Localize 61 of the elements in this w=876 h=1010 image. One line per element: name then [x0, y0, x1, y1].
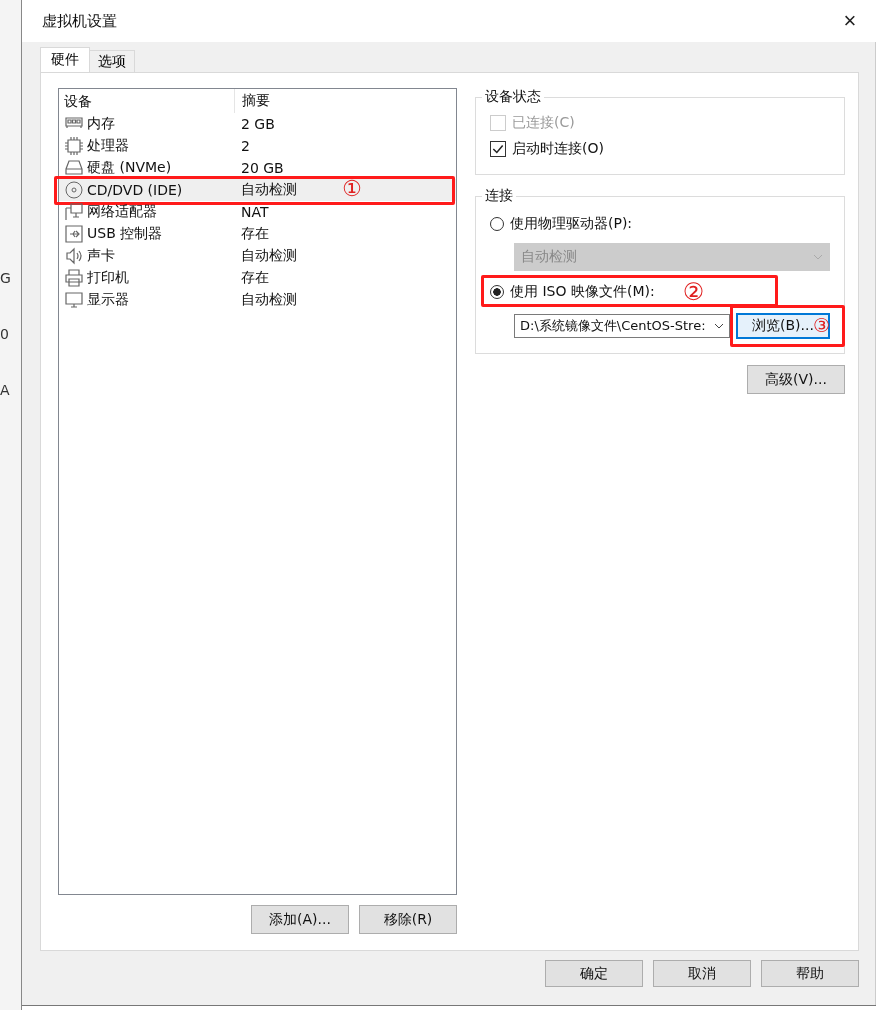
device-summary: 自动检测 [240, 181, 297, 199]
device-row[interactable]: 内存 2 GB [59, 113, 456, 135]
checkbox-label: 启动时连接(O) [512, 140, 604, 158]
usb-icon [64, 224, 84, 244]
window-title: 虚拟机设置 [42, 11, 117, 31]
device-name: 显示器 [87, 291, 129, 309]
printer-icon [64, 268, 84, 288]
radio-button[interactable] [490, 285, 504, 299]
annotation-number: ① [342, 178, 362, 200]
device-row[interactable]: 声卡 自动检测 [59, 245, 456, 267]
device-summary: 存在 [240, 269, 269, 287]
column-header: 设备 [59, 89, 235, 113]
disc-icon [64, 180, 84, 200]
list-button[interactable]: 移除(R) [359, 905, 457, 934]
column-header: 摘要 [241, 92, 270, 110]
annotation-number: ② [682, 280, 705, 304]
device-name: 内存 [87, 115, 115, 133]
network-icon [64, 202, 84, 222]
list-button[interactable]: 添加(A)... [251, 905, 349, 934]
device-row[interactable]: USB 控制器 存在 [59, 223, 456, 245]
device-row[interactable]: 硬盘 (NVMe) 20 GB [59, 157, 456, 179]
caret-icon [714, 323, 724, 329]
advanced-button[interactable]: 高级(V)... [747, 365, 845, 394]
checkbox[interactable] [490, 141, 506, 157]
device-name: 声卡 [87, 247, 115, 265]
display-icon [64, 290, 84, 310]
device-summary: 自动检测 [240, 247, 297, 265]
background-text: A [0, 382, 11, 398]
dialog-button[interactable]: 帮助 [761, 960, 859, 987]
device-name: CD/DVD (IDE) [87, 182, 183, 198]
background-text: 0 [0, 326, 10, 342]
tab[interactable]: 硬件 [40, 47, 90, 72]
tab[interactable]: 选项 [89, 50, 135, 72]
device-summary: NAT [240, 204, 269, 220]
group-title: 设备状态 [484, 88, 542, 106]
device-name: 硬盘 (NVMe) [87, 159, 172, 177]
group-title: 连接 [484, 187, 514, 205]
device-row[interactable]: 显示器 自动检测 [59, 289, 456, 311]
device-row[interactable]: 网络适配器 NAT [59, 201, 456, 223]
device-summary: 自动检测 [240, 291, 297, 309]
checkbox-label: 已连接(C) [512, 114, 575, 132]
dialog-button[interactable]: 确定 [545, 960, 643, 987]
caret-icon [813, 254, 823, 260]
sound-icon [64, 246, 84, 266]
cpu-icon [64, 136, 84, 156]
device-summary: 20 GB [240, 160, 284, 176]
device-name: 网络适配器 [87, 203, 157, 221]
close-button[interactable]: × [830, 8, 870, 34]
device-summary: 2 GB [240, 116, 275, 132]
device-name: 打印机 [87, 269, 129, 287]
device-summary: 2 [240, 138, 250, 154]
iso-path-combo[interactable]: D:\系统镜像文件\CentOS-Stre: [514, 314, 730, 338]
device-summary: 存在 [240, 225, 269, 243]
device-name: USB 控制器 [87, 225, 163, 243]
radio-label: 使用物理驱动器(P): [510, 215, 633, 233]
background-text: G [0, 270, 12, 286]
device-name: 处理器 [87, 137, 129, 155]
device-row[interactable]: 打印机 存在 [59, 267, 456, 289]
radio-label: 使用 ISO 映像文件(M): [510, 283, 655, 301]
dialog-button[interactable]: 取消 [653, 960, 751, 987]
device-row[interactable]: 处理器 2 [59, 135, 456, 157]
